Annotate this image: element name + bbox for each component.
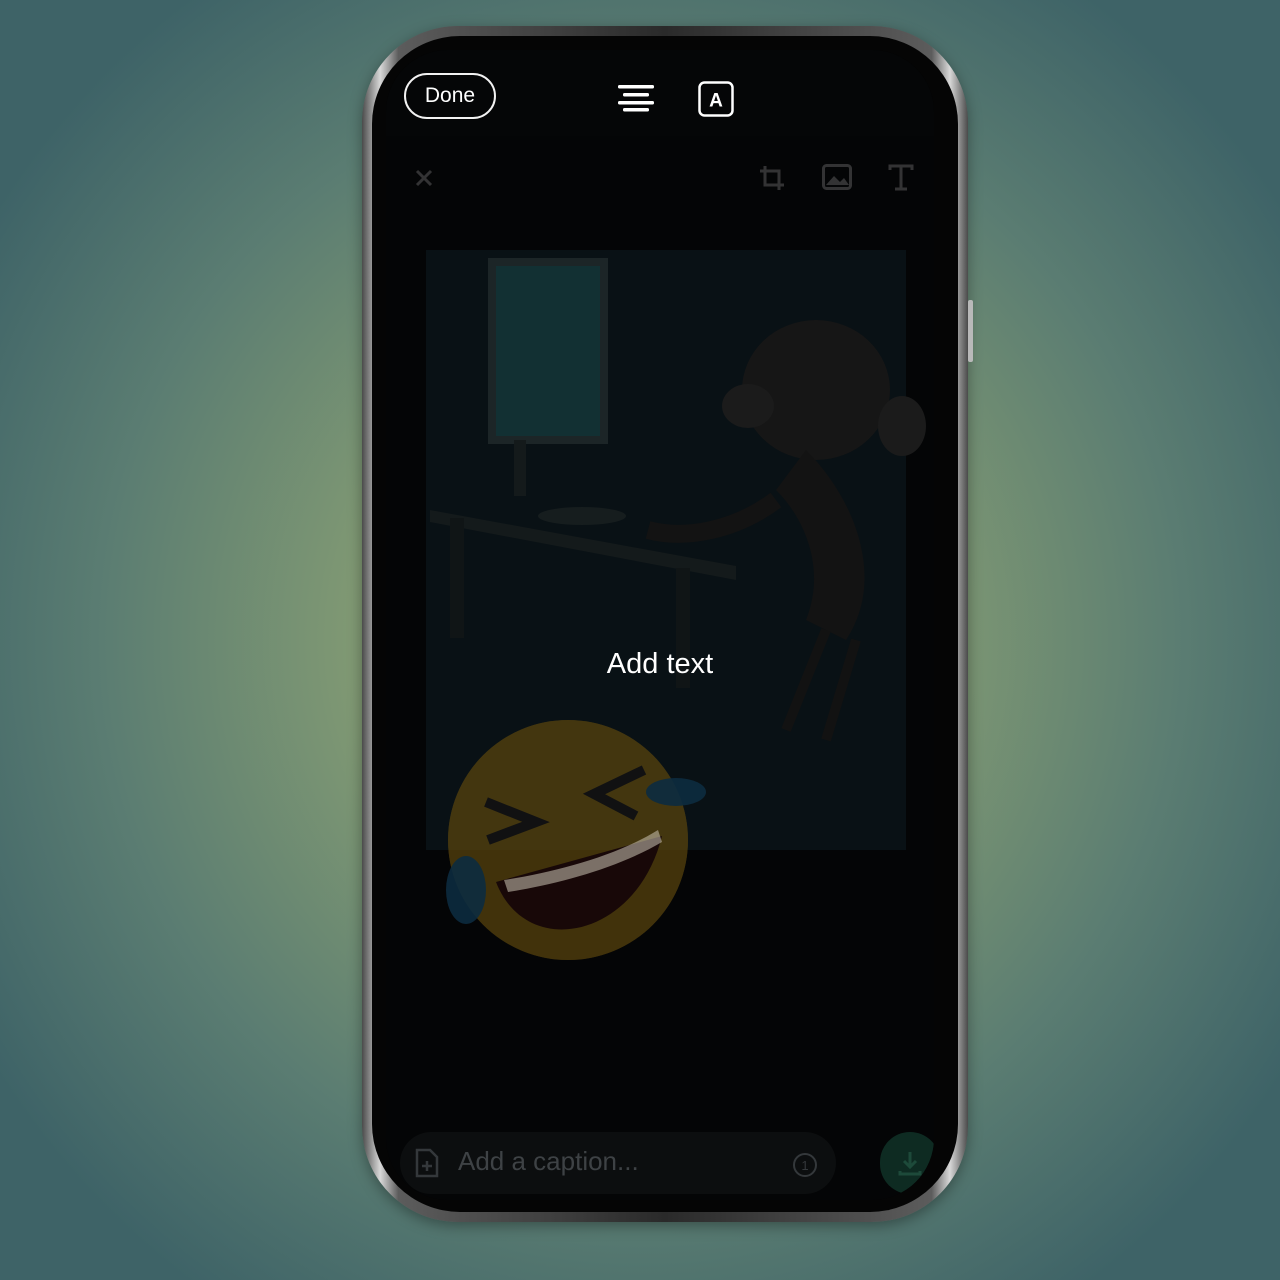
text-tool-icon[interactable] — [888, 164, 914, 192]
done-button[interactable]: Done — [404, 73, 496, 119]
image-icon[interactable] — [822, 164, 852, 190]
crop-icon[interactable] — [758, 164, 786, 192]
text-style-icon[interactable]: A — [698, 81, 734, 117]
align-center-icon[interactable] — [618, 84, 654, 112]
download-icon — [898, 1152, 922, 1176]
phone-screen: Done A Add text Add a caption... 1 — [386, 50, 934, 1200]
volume-button — [968, 300, 973, 362]
view-once-glyph: 1 — [801, 1158, 808, 1173]
text-style-glyph: A — [709, 91, 723, 112]
background-image — [426, 250, 926, 960]
view-once-icon[interactable]: 1 — [792, 1152, 818, 1178]
text-editor-topbar: Done A — [386, 50, 934, 136]
caption-bar[interactable]: Add a caption... 1 — [400, 1132, 836, 1194]
add-file-icon[interactable] — [414, 1148, 440, 1178]
close-icon[interactable] — [414, 168, 434, 188]
editor-toolbar — [386, 156, 934, 200]
send-button[interactable] — [880, 1132, 934, 1194]
caption-input[interactable]: Add a caption... — [458, 1146, 639, 1177]
add-text-prompt[interactable]: Add text — [386, 648, 934, 681]
